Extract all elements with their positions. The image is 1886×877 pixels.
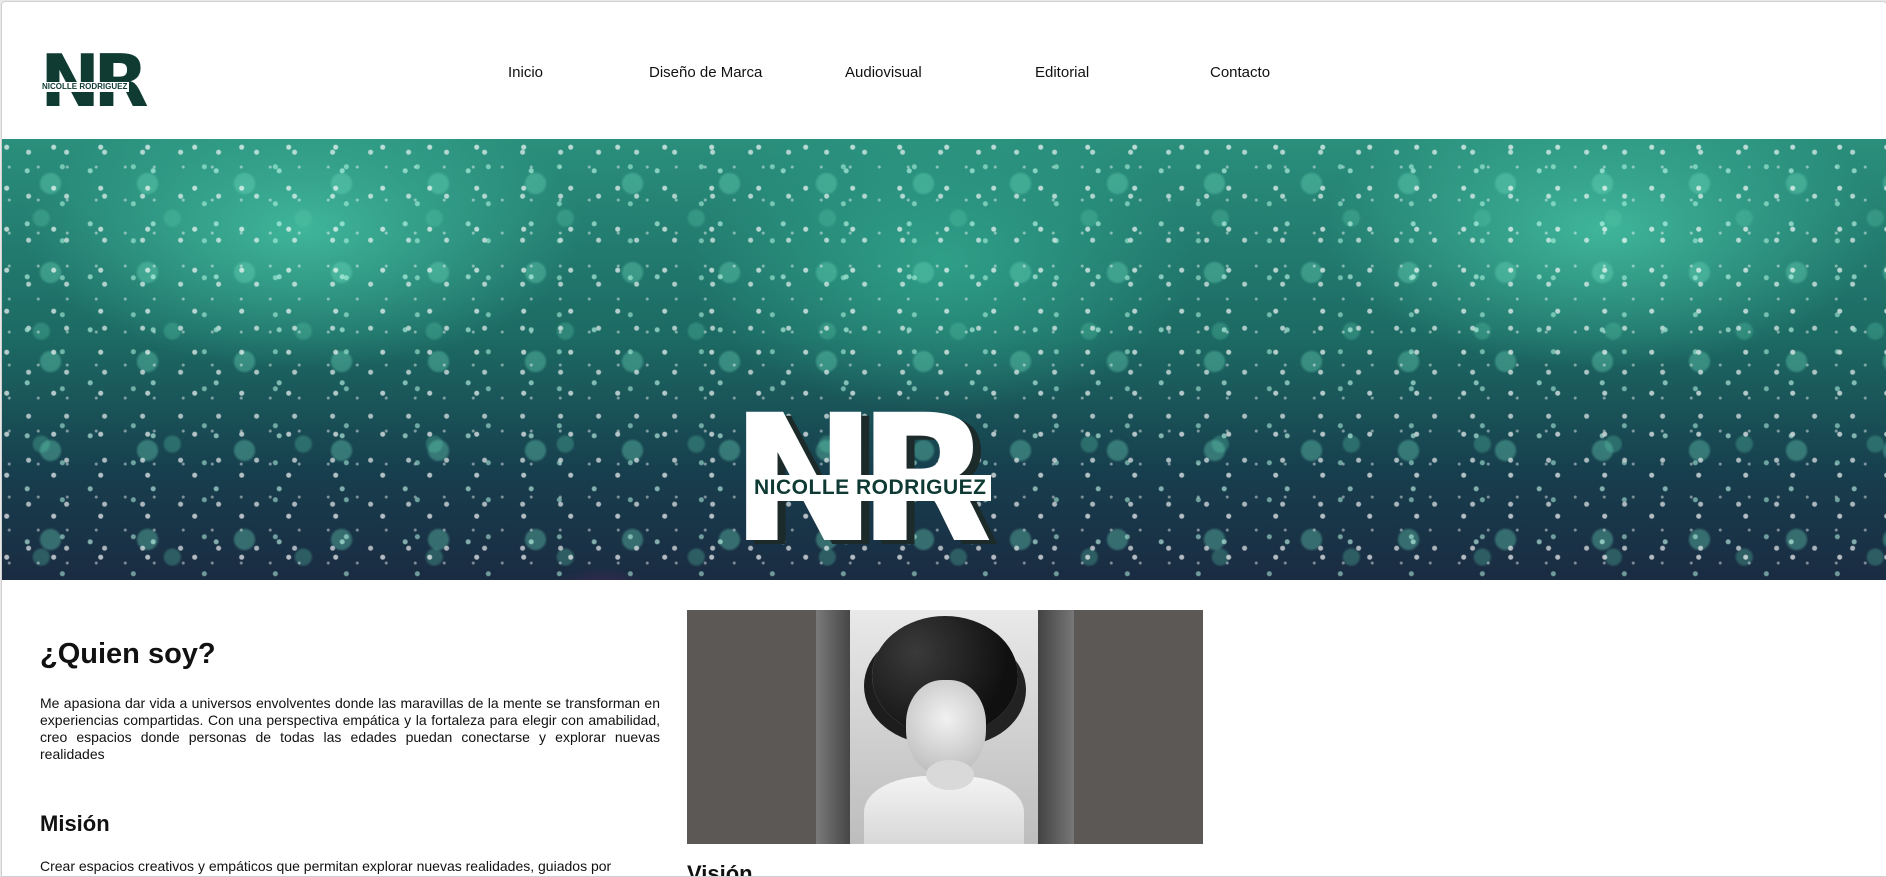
hero-logo: NR NICOLLE RODRIGUEZ [730, 392, 1070, 568]
nav-diseno-de-marca[interactable]: Diseño de Marca [649, 64, 762, 81]
profile-photo [687, 610, 1203, 844]
hero-banner: NR NICOLLE RODRIGUEZ [2, 139, 1886, 580]
logo-tagline: NICOLLE RODRIGUEZ [40, 82, 130, 92]
about-title: ¿Quien soy? [40, 638, 216, 670]
hero-logo-name: NICOLLE RODRIGUEZ [750, 475, 991, 501]
nav-contacto[interactable]: Contacto [1210, 64, 1270, 81]
site-header: NR NICOLLE RODRIGUEZ Inicio Diseño de Ma… [2, 2, 1886, 138]
nav-editorial[interactable]: Editorial [1035, 64, 1089, 81]
browser-window: NR NICOLLE RODRIGUEZ Inicio Diseño de Ma… [1, 1, 1886, 877]
portrait-hand [926, 760, 974, 790]
about-text: Me apasiona dar vida a universos envolve… [40, 695, 660, 762]
mision-title: Misión [40, 811, 110, 836]
nav-audiovisual[interactable]: Audiovisual [845, 64, 922, 81]
nav-inicio[interactable]: Inicio [508, 64, 543, 81]
site-logo[interactable]: NR NICOLLE RODRIGUEZ [40, 45, 154, 117]
logo-letters: NR [40, 39, 149, 123]
vision-title: Visión [687, 861, 753, 877]
mision-text: Crear espacios creativos y empáticos que… [40, 858, 612, 874]
portrait-image [850, 610, 1038, 844]
